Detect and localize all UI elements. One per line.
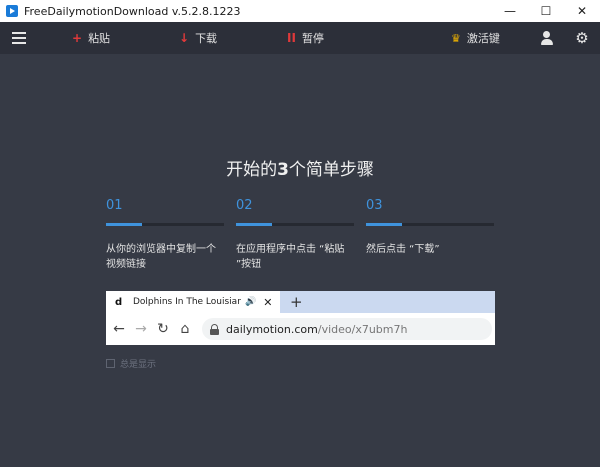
step-progress-fill (366, 223, 402, 226)
step-progress-fill (236, 223, 272, 226)
browser-tab: d Dolphins In The Louisiana Bayou 🔊 ✕ (106, 291, 280, 313)
step-number: 01 (106, 198, 123, 213)
menu-icon[interactable] (12, 32, 26, 44)
title-bar: FreeDailymotionDownload v.5.2.8.1223 — ☐… (0, 0, 600, 22)
page-title: 开始的3个简单步骤 (226, 160, 374, 180)
url-host: dailymotion.com (226, 322, 318, 336)
dailymotion-favicon-icon: d (115, 296, 123, 308)
home-icon: ⌂ (180, 321, 190, 337)
download-label: 下载 (195, 32, 218, 45)
always-show-checkbox[interactable] (106, 359, 115, 368)
always-show-option[interactable]: 总是显示 (106, 357, 156, 370)
step-number: 02 (236, 198, 253, 213)
forward-arrow-icon: → (135, 321, 147, 337)
activate-key-button[interactable]: ♛ 激活键 (451, 22, 500, 54)
app-logo-icon (6, 5, 18, 17)
plus-icon: + (72, 31, 83, 45)
reload-icon: ↻ (157, 321, 169, 337)
step-description: 然后点击 “下载” (366, 244, 440, 255)
pause-icon: II (287, 31, 296, 45)
browser-tab-title: Dolphins In The Louisiana Bayou (133, 297, 241, 307)
window-title: FreeDailymotionDownload v.5.2.8.1223 (24, 4, 241, 18)
url-path: /video/x7ubm7h (317, 322, 408, 336)
user-icon[interactable] (540, 31, 553, 45)
activate-label: 激活键 (466, 32, 500, 45)
step-progress-track (366, 223, 494, 226)
step-1: 01 从你的浏览器中复制一个 视频链接 (106, 198, 224, 270)
step-progress-fill (106, 223, 142, 226)
address-bar: dailymotion.com/video/x7ubm7h (202, 318, 492, 340)
step-progress-track (106, 223, 224, 226)
new-tab-icon: + (290, 293, 303, 311)
download-arrow-icon: ↓ (179, 31, 190, 45)
step-description: 在应用程序中点击 “粘贴 ”按钮 (236, 244, 345, 270)
step-description: 从你的浏览器中复制一个 视频链接 (106, 244, 216, 270)
maximize-button[interactable]: ☐ (528, 0, 564, 22)
step-progress-track (236, 223, 354, 226)
always-show-label: 总是显示 (120, 360, 157, 370)
speaker-icon: 🔊 (245, 297, 257, 307)
gear-icon[interactable]: ⚙ (574, 30, 590, 46)
step-2: 02 在应用程序中点击 “粘贴 ”按钮 (236, 198, 354, 270)
crown-icon: ♛ (451, 31, 461, 45)
pause-label: 暂停 (301, 32, 324, 45)
download-button[interactable]: ↓ 下载 (179, 22, 217, 54)
browser-address-row: ← → ↻ ⌂ dailymotion.com/video/x7ubm7h (106, 313, 495, 345)
back-arrow-icon: ← (113, 321, 125, 337)
step-3: 03 然后点击 “下载” (366, 198, 494, 255)
minimize-button[interactable]: — (492, 0, 528, 22)
tab-close-icon: ✕ (263, 295, 273, 309)
paste-label: 粘贴 (88, 32, 111, 45)
paste-button[interactable]: + 粘贴 (72, 22, 110, 54)
step-number: 03 (366, 198, 383, 213)
lock-icon (210, 323, 219, 335)
close-button[interactable]: ✕ (564, 0, 600, 22)
toolbar: + 粘贴 ↓ 下载 II 暂停 ♛ 激活键 ⚙ (0, 22, 600, 54)
browser-illustration: d Dolphins In The Louisiana Bayou 🔊 ✕ + … (106, 291, 495, 345)
browser-tabstrip: d Dolphins In The Louisiana Bayou 🔊 ✕ + (106, 291, 495, 313)
pause-button[interactable]: II 暂停 (287, 22, 324, 54)
